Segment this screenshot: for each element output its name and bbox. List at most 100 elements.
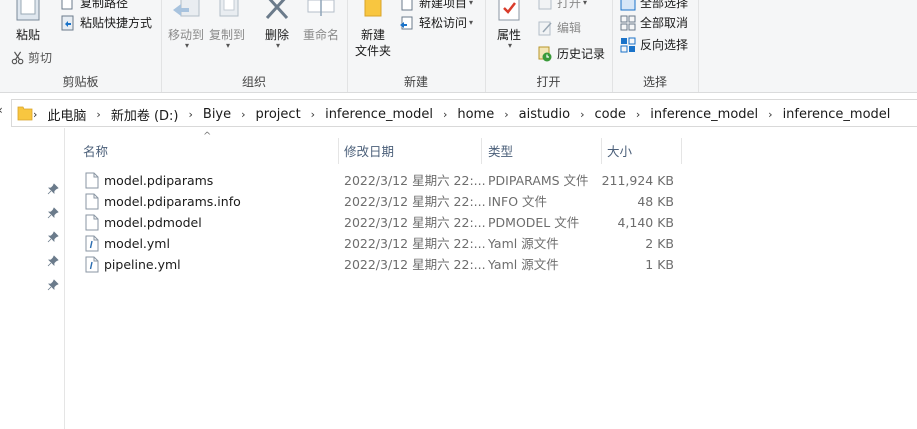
breadcrumb: › 此电脑 › 新加卷 (D:) › Biye › project › inference_mod… bbox=[28, 104, 895, 124]
clipboard-group-label: 剪贴板 bbox=[62, 75, 99, 89]
copy-to-button[interactable]: 复制到 ▾ bbox=[207, 0, 247, 50]
breadcrumb-separator-icon[interactable]: › bbox=[631, 108, 645, 121]
properties-button[interactable]: 属性 ▾ bbox=[489, 0, 529, 50]
copy-path-button[interactable]: 复制路径 bbox=[60, 0, 128, 11]
file-name: model.yml bbox=[104, 236, 170, 251]
breadcrumb-item[interactable]: inference_model bbox=[320, 107, 438, 122]
new-item-button[interactable]: 新建项目 ▾ bbox=[399, 0, 473, 11]
copy-path-label: 复制路径 bbox=[80, 0, 129, 10]
file-name: model.pdmodel bbox=[104, 215, 202, 230]
paste-button[interactable]: 粘贴 bbox=[8, 0, 48, 43]
column-header-size[interactable]: 大小 bbox=[607, 136, 679, 164]
open-icon bbox=[538, 0, 552, 9]
column-header-date-label: 修改日期 bbox=[344, 143, 395, 159]
file-size: 48 KB bbox=[637, 194, 674, 209]
paste-shortcut-button[interactable]: 粘贴快捷方式 bbox=[60, 14, 152, 31]
file-type: Yaml 源文件 bbox=[488, 257, 559, 272]
file-date: 2022/3/12 星期六 22:... bbox=[344, 236, 486, 251]
pin-icon[interactable] bbox=[47, 255, 59, 267]
select-none-icon bbox=[620, 15, 636, 30]
organize-group: 移动到 ▾ 复制到 ▾ 删除 ▾ 重命名 组织 bbox=[161, 0, 348, 92]
clipboard-group: 粘贴 复制路径 粘贴快捷方式 剪切 剪贴板 bbox=[0, 0, 162, 92]
cut-label: 剪切 bbox=[28, 51, 53, 65]
easy-access-dropdown-icon: ▾ bbox=[469, 18, 474, 27]
cut-button[interactable]: 剪切 bbox=[11, 49, 52, 66]
breadcrumb-separator-icon[interactable]: › bbox=[438, 108, 452, 121]
easy-access-button[interactable]: 轻松访问 ▾ bbox=[399, 14, 473, 31]
open-dropdown-icon: ▾ bbox=[583, 0, 588, 7]
select-none-button[interactable]: 全部取消 bbox=[620, 14, 688, 31]
table-row[interactable]: model.pdmodel 2022/3/12 星期六 22:... PDMODEL… bbox=[80, 212, 680, 233]
history-button[interactable]: 历史记录 bbox=[537, 45, 605, 62]
pin-icon[interactable] bbox=[47, 231, 59, 243]
table-row[interactable]: model.pdiparams.info 2022/3/12 星期六 22:...… bbox=[80, 191, 680, 212]
invert-selection-label: 反向选择 bbox=[640, 38, 689, 52]
new-group-label: 新建 bbox=[403, 75, 428, 89]
breadcrumb-item[interactable]: 新加卷 (D:) bbox=[106, 105, 184, 124]
breadcrumb-item[interactable]: home bbox=[452, 107, 499, 122]
table-row[interactable]: model.pdiparams 2022/3/12 星期六 22:... PDIPA… bbox=[80, 170, 680, 191]
easy-access-icon bbox=[400, 16, 413, 29]
new-item-dropdown-icon: ▾ bbox=[469, 0, 474, 7]
new-folder-button[interactable]: 新建 文件夹 bbox=[353, 0, 393, 59]
rename-icon bbox=[307, 0, 335, 16]
select-all-icon bbox=[620, 0, 636, 10]
breadcrumb-separator-icon[interactable]: › bbox=[499, 108, 513, 121]
pin-icon[interactable] bbox=[47, 279, 59, 291]
breadcrumb-separator-icon[interactable]: › bbox=[184, 108, 198, 121]
invert-selection-button[interactable]: 反向选择 bbox=[620, 36, 688, 53]
delete-button[interactable]: 删除 ▾ bbox=[257, 0, 297, 50]
breadcrumb-item[interactable]: 此电脑 bbox=[42, 105, 91, 124]
rename-button[interactable]: 重命名 bbox=[299, 0, 343, 43]
column-header-type-label: 类型 bbox=[488, 143, 514, 159]
navigation-pane bbox=[0, 128, 65, 429]
edit-button[interactable]: 编辑 bbox=[537, 19, 581, 36]
paste-shortcut-icon bbox=[61, 15, 74, 30]
breadcrumb-separator-icon[interactable]: › bbox=[306, 108, 320, 121]
easy-access-label: 轻松访问 bbox=[419, 16, 468, 30]
new-folder-label-line2: 文件夹 bbox=[354, 44, 391, 58]
select-all-button[interactable]: 全部选择 bbox=[620, 0, 688, 11]
address-field[interactable]: › 此电脑 › 新加卷 (D:) › Biye › project › inference_mod… bbox=[11, 99, 917, 127]
open-button[interactable]: 打开 ▾ bbox=[537, 0, 587, 11]
breadcrumb-separator-icon[interactable]: › bbox=[763, 108, 777, 121]
breadcrumb-separator-icon[interactable]: › bbox=[91, 108, 105, 121]
select-group: 全部选择 全部取消 反向选择 选择 bbox=[612, 0, 699, 92]
breadcrumb-item[interactable]: code bbox=[590, 107, 631, 122]
column-header-type[interactable]: 类型 bbox=[488, 136, 600, 164]
pin-icon[interactable] bbox=[47, 183, 59, 195]
breadcrumb-item[interactable]: inference_model bbox=[778, 107, 896, 122]
breadcrumb-item[interactable]: Biye bbox=[198, 107, 236, 122]
breadcrumb-separator-icon[interactable]: › bbox=[575, 108, 589, 121]
file-size: 1 KB bbox=[645, 257, 674, 272]
file-icon bbox=[85, 193, 99, 210]
open-group: 属性 ▾ 打开 ▾ 编辑 历史记录 打开 bbox=[485, 0, 613, 92]
breadcrumb-item[interactable]: project bbox=[251, 107, 306, 122]
file-date: 2022/3/12 星期六 22:... bbox=[344, 257, 486, 272]
organize-group-label: 组织 bbox=[241, 75, 266, 89]
ribbon: 粘贴 复制路径 粘贴快捷方式 剪切 剪贴板 移动到 ▾ 复制到 ▾ 删除 ▾ 重… bbox=[0, 0, 917, 93]
column-divider[interactable] bbox=[338, 138, 339, 164]
breadcrumb-separator-icon[interactable]: › bbox=[236, 108, 250, 121]
column-header-name[interactable]: 名称 bbox=[83, 136, 336, 164]
column-header-size-label: 大小 bbox=[607, 143, 633, 159]
pin-icon[interactable] bbox=[47, 207, 59, 219]
select-group-label: 选择 bbox=[642, 75, 667, 89]
table-row[interactable]: model.yml 2022/3/12 星期六 22:... Yaml 源文件 2 K… bbox=[80, 233, 680, 254]
select-none-label: 全部取消 bbox=[640, 16, 689, 30]
collapse-left-icon[interactable]: ‹ bbox=[0, 103, 3, 117]
breadcrumb-item[interactable]: aistudio bbox=[514, 107, 576, 122]
column-divider[interactable] bbox=[601, 138, 602, 164]
history-label: 历史记录 bbox=[557, 47, 606, 61]
move-to-button[interactable]: 移动到 ▾ bbox=[166, 0, 206, 50]
column-divider[interactable] bbox=[681, 138, 682, 164]
breadcrumb-item[interactable]: inference_model bbox=[645, 107, 763, 122]
breadcrumb-separator-icon[interactable]: › bbox=[28, 108, 42, 121]
file-name: model.pdiparams bbox=[104, 173, 214, 188]
table-row[interactable]: pipeline.yml 2022/3/12 星期六 22:... Yaml 源文件… bbox=[80, 254, 680, 275]
column-header-date[interactable]: 修改日期 bbox=[344, 136, 480, 164]
new-group: 新建 文件夹 新建项目 ▾ 轻松访问 ▾ 新建 bbox=[347, 0, 486, 92]
column-divider[interactable] bbox=[481, 138, 482, 164]
yaml-file-icon bbox=[85, 235, 99, 252]
new-folder-icon bbox=[364, 0, 382, 17]
